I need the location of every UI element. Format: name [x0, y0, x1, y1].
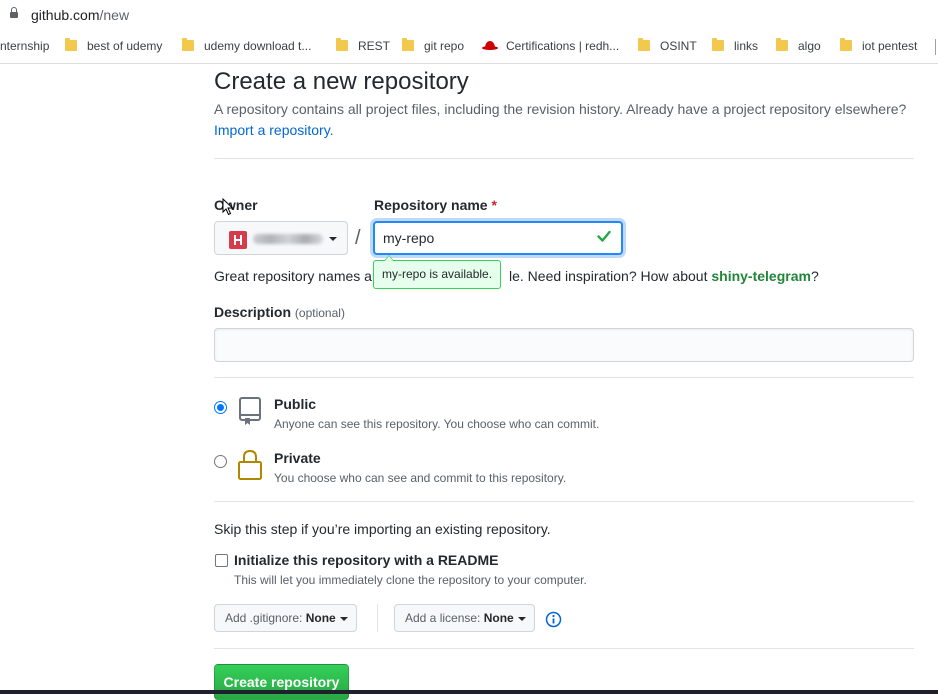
owner-label: Owner	[214, 197, 258, 213]
name-hint-right: le. Need inspiration? How about shiny-te…	[509, 268, 819, 284]
private-description: You choose who can see and commit to thi…	[274, 471, 567, 485]
bookmark-item[interactable]: best of udemy	[87, 39, 162, 53]
bookmark-item[interactable]: OSINT	[660, 39, 697, 53]
skip-text: Skip this step if you’re importing an ex…	[214, 521, 551, 537]
name-hint-text: le. Need inspiration? How about	[509, 268, 708, 284]
divider	[214, 648, 914, 649]
folder-icon	[402, 38, 414, 51]
gitignore-select[interactable]: Add .gitignore: None	[214, 604, 357, 632]
gitignore-label: Add .gitignore:	[225, 611, 303, 625]
divider	[214, 501, 914, 502]
owner-repo-slash: /	[355, 227, 361, 249]
owner-name-blurred	[253, 234, 323, 244]
folder-icon	[182, 38, 194, 51]
url-text[interactable]: github.com/new	[31, 7, 129, 23]
bookmark-item[interactable]: nternship	[0, 39, 49, 53]
private-title: Private	[274, 450, 321, 466]
bookmark-item[interactable]: git repo	[424, 39, 464, 53]
description-label: Description (optional)	[214, 304, 345, 320]
url-host: github.com	[31, 7, 100, 23]
readme-checkbox[interactable]	[215, 554, 228, 567]
public-radio[interactable]	[214, 401, 227, 414]
readme-label[interactable]: Initialize this repository with a README	[234, 552, 498, 568]
optional-label: (optional)	[294, 306, 345, 320]
private-radio[interactable]	[214, 455, 227, 468]
repository-name-input[interactable]	[373, 221, 623, 255]
import-repository-link[interactable]: Import a repository.	[214, 122, 334, 138]
divider	[214, 377, 914, 378]
avatar	[229, 231, 247, 249]
folder-icon	[638, 38, 650, 51]
readme-description: This will let you immediately clone the …	[234, 573, 587, 587]
address-bar[interactable]: github.com/new	[0, 0, 938, 30]
caret-down-icon	[517, 617, 526, 621]
bookmark-item[interactable]: iot pentest	[862, 39, 917, 53]
folder-icon	[65, 38, 77, 51]
folder-icon	[840, 38, 852, 51]
license-label: Add a license:	[405, 611, 481, 625]
folder-icon	[712, 38, 724, 51]
repo-name-label: Repository name *	[374, 197, 497, 213]
name-hint-left: Great repository names ar	[214, 268, 377, 284]
info-icon[interactable]	[545, 611, 562, 628]
redhat-icon	[482, 41, 498, 50]
license-value: None	[483, 611, 514, 625]
folder-icon	[776, 38, 788, 51]
page-subtitle: A repository contains all project files,…	[214, 101, 907, 117]
public-description: Anyone can see this repository. You choo…	[274, 417, 600, 431]
select-separator	[377, 604, 378, 632]
lock-icon	[10, 7, 18, 18]
page-title: Create a new repository	[214, 68, 469, 95]
lock-icon	[238, 449, 262, 480]
public-title: Public	[274, 396, 317, 412]
owner-dropdown[interactable]	[214, 221, 348, 255]
bookmark-item[interactable]: algo	[798, 39, 821, 53]
bookmarks-bar: nternship best of udemy udemy download t…	[0, 31, 938, 64]
bookmark-item[interactable]: Certifications | redh...	[506, 39, 619, 53]
repo-book-icon	[239, 397, 261, 425]
required-mark: *	[491, 197, 497, 213]
taskbar	[0, 690, 938, 694]
license-select[interactable]: Add a license: None	[394, 604, 535, 632]
divider	[214, 158, 914, 159]
mouse-cursor-icon	[222, 198, 234, 216]
url-path: /new	[99, 7, 130, 23]
repo-name-label-text: Repository name	[374, 197, 488, 213]
suggested-name[interactable]: shiny-telegram	[711, 268, 811, 284]
create-repository-button[interactable]: Create repository	[214, 664, 349, 700]
caret-down-icon	[329, 237, 337, 241]
bookmark-item[interactable]: links	[734, 39, 758, 53]
check-icon	[597, 230, 611, 242]
availability-tooltip: my-repo is available.	[373, 255, 502, 289]
bookmarks-separator	[935, 39, 936, 55]
caret-down-icon	[339, 617, 348, 621]
description-input[interactable]	[214, 328, 914, 362]
bookmark-item[interactable]: udemy download t...	[204, 39, 311, 53]
hint-end: ?	[810, 268, 819, 284]
folder-icon	[336, 38, 348, 51]
bookmark-item[interactable]: REST	[358, 39, 390, 53]
gitignore-value: None	[305, 611, 336, 625]
description-label-text: Description	[214, 304, 292, 320]
